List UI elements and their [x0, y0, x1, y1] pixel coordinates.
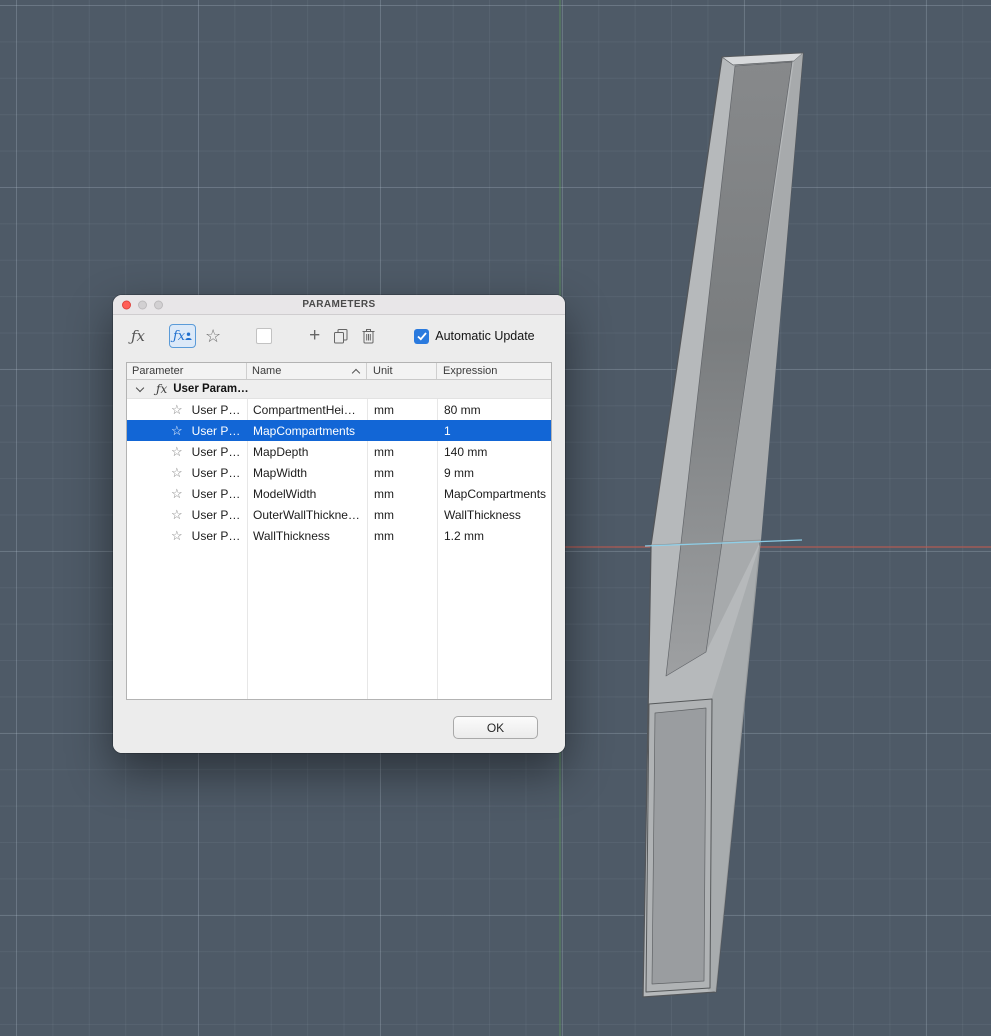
parameter-type: User P…: [192, 445, 241, 459]
table-row[interactable]: ☆ User P… ModelWidth mm MapCompartments: [127, 483, 551, 504]
favorite-star-icon[interactable]: ☆: [171, 445, 183, 458]
parameter-name: ModelWidth: [247, 487, 367, 501]
favorites-filter-icon[interactable]: ☆: [205, 326, 221, 347]
chevron-down-icon[interactable]: [136, 383, 144, 391]
zoom-window-button[interactable]: [154, 300, 163, 309]
empty-filter-icon[interactable]: [256, 328, 272, 344]
favorite-star-icon[interactable]: ☆: [171, 487, 183, 500]
favorite-star-icon[interactable]: ☆: [171, 466, 183, 479]
model-map-case[interactable]: [643, 53, 803, 997]
parameter-name: WallThickness: [247, 529, 367, 543]
parameter-expression[interactable]: 1.2 mm: [437, 529, 551, 543]
parameter-type: User P…: [192, 487, 241, 501]
favorite-star-icon[interactable]: ☆: [171, 424, 183, 437]
parameter-name: MapWidth: [247, 466, 367, 480]
close-window-button[interactable]: [122, 300, 131, 309]
window-title: PARAMETERS: [302, 299, 375, 310]
column-header-unit[interactable]: Unit: [367, 363, 437, 379]
parameter-type: User P…: [192, 529, 241, 543]
parameter-expression[interactable]: MapCompartments: [437, 487, 551, 501]
parameter-unit: mm: [367, 487, 437, 501]
parameter-expression[interactable]: 80 mm: [437, 403, 551, 417]
user-parameters-group-row[interactable]: ƒx User Param…: [127, 380, 551, 399]
add-parameter-button[interactable]: +: [309, 325, 320, 347]
parameters-table: Parameter Name Unit Expression ƒx User P…: [126, 362, 552, 700]
table-row[interactable]: ☆ User P… CompartmentHei… mm 80 mm: [127, 399, 551, 420]
table-row[interactable]: ☆ User P… MapDepth mm 140 mm: [127, 441, 551, 462]
copy-parameter-button[interactable]: [333, 328, 349, 344]
fx-icon: ƒx: [156, 382, 167, 396]
column-header-expression[interactable]: Expression: [437, 363, 551, 379]
dialog-toolbar: ƒx ƒx ☆ +: [113, 315, 565, 357]
person-icon: [185, 332, 192, 340]
model-bottom-panel-inner: [652, 708, 706, 984]
sort-ascending-icon: [352, 369, 360, 377]
user-parameters-toggle-active[interactable]: ƒx: [169, 324, 196, 348]
parameter-expression[interactable]: 140 mm: [437, 445, 551, 459]
window-titlebar[interactable]: PARAMETERS: [113, 295, 565, 315]
favorite-star-icon[interactable]: ☆: [171, 403, 183, 416]
automatic-update-checkbox[interactable]: [414, 329, 429, 344]
parameter-name: MapDepth: [247, 445, 367, 459]
parameter-name: OuterWallThickne…: [247, 508, 367, 522]
parameter-type: User P…: [192, 508, 241, 522]
parameter-unit: mm: [367, 445, 437, 459]
favorite-star-icon[interactable]: ☆: [171, 508, 183, 521]
parameter-name: CompartmentHei…: [247, 403, 367, 417]
parameter-unit: mm: [367, 466, 437, 480]
minimize-window-button[interactable]: [138, 300, 147, 309]
group-label: User Param…: [173, 383, 248, 395]
dialog-footer: OK: [113, 700, 565, 753]
parameter-type: User P…: [192, 424, 241, 438]
automatic-update-label: Automatic Update: [435, 329, 534, 343]
table-row[interactable]: ☆ User P… MapWidth mm 9 mm: [127, 462, 551, 483]
table-row[interactable]: ☆ User P… OuterWallThickne… mm WallThickn…: [127, 504, 551, 525]
parameter-unit: mm: [367, 508, 437, 522]
parameters-dialog: PARAMETERS ƒx ƒx ☆ +: [113, 295, 565, 753]
column-header-parameter[interactable]: Parameter: [127, 363, 247, 379]
traffic-lights: [122, 300, 163, 309]
check-icon: [417, 332, 427, 341]
parameter-expression[interactable]: 9 mm: [437, 466, 551, 480]
parameter-expression[interactable]: WallThickness: [437, 508, 551, 522]
all-parameters-icon[interactable]: ƒx: [131, 327, 145, 345]
copy-icon: [333, 328, 349, 344]
parameter-type: User P…: [192, 466, 241, 480]
parameter-name: MapCompartments: [247, 424, 367, 438]
table-row[interactable]: ☆ User P… WallThickness mm 1.2 mm: [127, 525, 551, 546]
table-row-selected[interactable]: ☆ User P… MapCompartments 1: [127, 420, 551, 441]
trash-icon: [362, 328, 375, 344]
parameter-type: User P…: [192, 403, 241, 417]
parameter-expression[interactable]: 1: [437, 424, 551, 438]
parameter-unit: mm: [367, 403, 437, 417]
parameter-unit: mm: [367, 529, 437, 543]
delete-parameter-button[interactable]: [362, 328, 375, 344]
table-header: Parameter Name Unit Expression: [127, 363, 551, 380]
column-header-name[interactable]: Name: [247, 363, 367, 379]
favorite-star-icon[interactable]: ☆: [171, 529, 183, 542]
ok-button[interactable]: OK: [453, 716, 538, 739]
